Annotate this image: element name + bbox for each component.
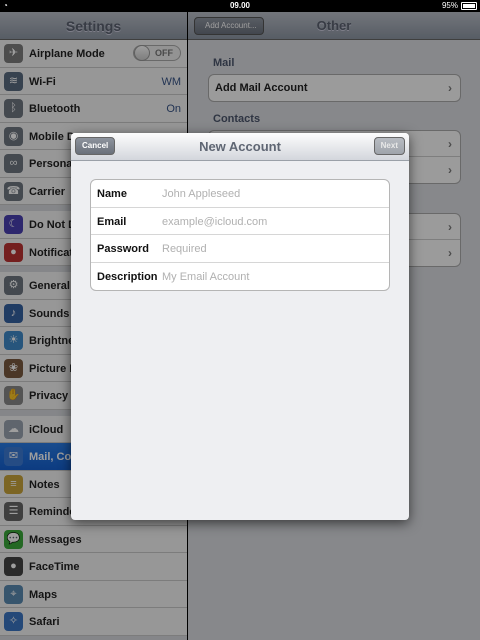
email-row[interactable]: Email: [91, 208, 389, 235]
name-label: Name: [97, 188, 127, 200]
battery-percent: 95%: [441, 1, 458, 10]
description-label: Description: [97, 270, 158, 283]
password-field[interactable]: [162, 241, 382, 257]
account-form: Name Email Password Description: [90, 179, 390, 291]
email-field[interactable]: [162, 213, 382, 230]
email-label: Email: [97, 215, 127, 228]
status-time: 09.00: [229, 1, 251, 10]
next-button[interactable]: Next: [373, 137, 405, 155]
password-label: Password: [97, 243, 149, 255]
new-account-dialog: Cancel New Account Next Name Email Passw…: [71, 133, 409, 520]
battery-icon: [461, 2, 477, 10]
status-bar: ◔ 09.00 95%: [0, 0, 480, 12]
name-row[interactable]: Name: [91, 180, 389, 208]
dialog-navbar: Cancel New Account Next: [71, 133, 409, 161]
name-field[interactable]: [162, 186, 382, 202]
description-row[interactable]: Description: [91, 263, 389, 291]
password-row[interactable]: Password: [91, 235, 389, 263]
description-field[interactable]: [162, 268, 382, 285]
dialog-title: New Account: [199, 139, 281, 154]
